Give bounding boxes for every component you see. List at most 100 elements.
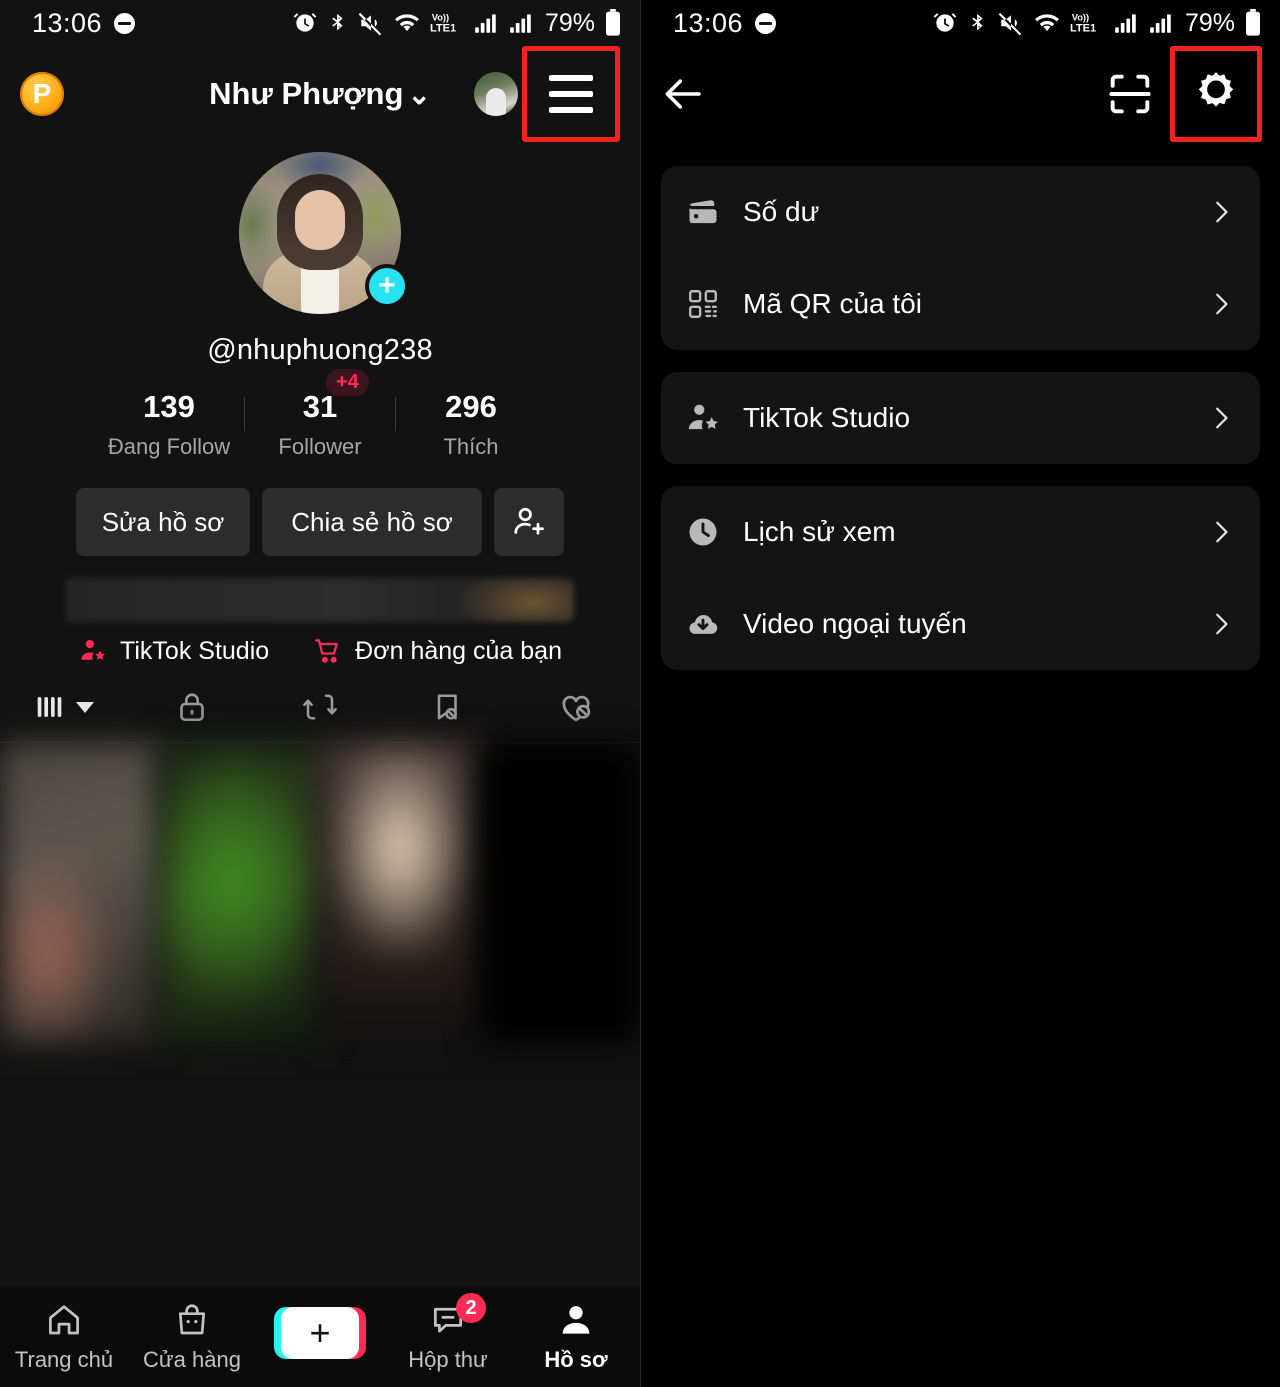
mute-vibrate-icon [998, 12, 1022, 36]
account-switch-avatar[interactable] [474, 72, 518, 116]
coin-rewards-badge[interactable]: P [20, 72, 64, 116]
creator-star-icon [81, 640, 105, 660]
dnd-icon [755, 12, 777, 34]
shopping-cart-icon [315, 639, 339, 663]
battery-percent-label: 79% [544, 8, 595, 37]
battery-icon [1246, 9, 1260, 36]
stat-value: 139 [143, 389, 195, 424]
shortcut-label: TikTok Studio [120, 636, 270, 665]
scan-qr-icon[interactable] [1104, 68, 1156, 120]
menu-item-balance[interactable]: Số dư [661, 166, 1260, 258]
tab-liked[interactable] [512, 688, 640, 726]
shop-bag-icon [178, 1304, 206, 1335]
video-thumbnail[interactable] [160, 743, 320, 1043]
add-user-icon [514, 507, 544, 535]
menu-item-label: Số dư [743, 196, 820, 227]
menu-group-studio: TikTok Studio [661, 372, 1260, 464]
chevron-right-icon [1216, 201, 1228, 223]
profile-header: + @nhuphuong238 139 Đang Follow +4 31 Fo… [0, 142, 640, 743]
profile-person-icon [562, 1306, 590, 1334]
chevron-right-icon [1216, 521, 1228, 543]
profile-actions: Sửa hồ sơ Chia sẻ hồ sơ [0, 488, 640, 556]
nav-inbox[interactable]: 2 Hộp thư [384, 1293, 512, 1373]
settings-button-highlight [1170, 46, 1262, 142]
avatar-container: + [239, 152, 409, 314]
posts-grid-icon [37, 697, 62, 717]
share-profile-button[interactable]: Chia sẻ hồ sơ [262, 488, 482, 556]
video-grid [0, 743, 640, 1043]
bookmark-off-icon [437, 694, 457, 720]
status-bar-right: 13:06 Vo)) LTE1 79% [641, 0, 1280, 46]
create-plus-icon[interactable]: + [274, 1307, 366, 1359]
tab-saved[interactable] [384, 689, 512, 725]
menu-group-wallet: Số dư Mã QR của tôi [661, 166, 1260, 350]
stat-label: Đang Follow [107, 434, 231, 459]
signal-sim1-icon [1115, 14, 1136, 33]
stat-label: Follower [278, 434, 362, 459]
edit-profile-button[interactable]: Sửa hồ sơ [76, 488, 250, 556]
add-friends-button[interactable] [494, 488, 564, 556]
add-story-plus-icon[interactable]: + [365, 264, 409, 308]
repost-icon [303, 694, 337, 720]
menu-item-my-qr[interactable]: Mã QR của tôi [661, 258, 1260, 350]
right-panel-menu: 13:06 Vo)) LTE1 79% Số dư Mã QR của tôi … [640, 0, 1280, 1387]
nav-shop[interactable]: Cửa hàng [128, 1301, 256, 1373]
status-bar-left: 13:06 Vo)) LTE1 79% [0, 0, 640, 46]
tab-repost[interactable] [256, 689, 384, 725]
bluetooth-icon [332, 13, 343, 31]
inbox-unread-badge: 2 [456, 1293, 486, 1323]
new-followers-badge: +4 [326, 369, 369, 396]
shortcut-your-orders[interactable]: Đơn hàng của bạn [313, 636, 562, 666]
tab-private[interactable] [128, 689, 256, 725]
battery-percent-label: 79% [1184, 8, 1235, 37]
left-panel-profile: 13:06 Vo)) LTE1 79% P Như Phượng ⌄ + @nh… [0, 0, 640, 1387]
stat-followers[interactable]: +4 31 Follower [245, 369, 395, 460]
nav-label: Trang chủ [14, 1347, 114, 1372]
svg-text:LTE1: LTE1 [1070, 23, 1096, 35]
stat-likes[interactable]: 296 Thích [396, 391, 546, 460]
menu-item-offline-videos[interactable]: Video ngoại tuyến [661, 578, 1260, 670]
signal-sim1-icon [475, 14, 496, 33]
volte-icon: Vo))LTE1 [430, 12, 456, 35]
battery-icon [606, 9, 620, 36]
status-time: 13:06 [32, 7, 103, 38]
wallet-icon [685, 194, 721, 230]
creator-star-icon [685, 400, 721, 436]
menu-item-label: TikTok Studio [743, 402, 911, 433]
nav-create[interactable]: + [256, 1307, 384, 1367]
nav-label: Hộp thư [408, 1347, 488, 1372]
video-thumbnail[interactable] [320, 743, 480, 1043]
chevron-down-icon: ⌄ [407, 78, 431, 110]
status-icons: Vo)) LTE1 79% [292, 9, 622, 38]
alarm-icon [933, 13, 957, 32]
bottom-navigation: Trang chủ Cửa hàng + 2 Hộp thư Hồ sơ [0, 1287, 640, 1387]
nav-home[interactable]: Trang chủ [0, 1301, 128, 1373]
nav-profile[interactable]: Hồ sơ [512, 1301, 640, 1373]
tab-posts[interactable] [0, 690, 128, 724]
signal-sim2-icon [1150, 14, 1171, 33]
shortcut-tiktok-studio[interactable]: TikTok Studio [78, 636, 269, 666]
nav-label: Cửa hàng [143, 1347, 241, 1372]
back-arrow-icon[interactable] [659, 70, 707, 118]
dual-screenshot: 13:06 Vo)) LTE1 79% P Như Phượng ⌄ + @nh… [0, 0, 1280, 1387]
profile-app-bar: P Như Phượng ⌄ [0, 46, 640, 142]
hamburger-menu-highlight [522, 46, 620, 142]
menu-item-tiktok-studio[interactable]: TikTok Studio [661, 372, 1260, 464]
gear-settings-icon[interactable] [1188, 66, 1244, 122]
mute-vibrate-icon [358, 12, 382, 36]
profile-tab-bar [0, 688, 640, 743]
signal-sim2-icon [510, 14, 531, 33]
bluetooth-icon [972, 13, 983, 31]
profile-display-name: Như Phượng [209, 76, 404, 111]
wifi-icon [1035, 14, 1059, 32]
video-thumbnail[interactable] [0, 743, 160, 1043]
profile-bio-banner [66, 578, 574, 622]
chevron-down-icon [76, 701, 94, 713]
volte-label: Vo)) [432, 12, 449, 22]
menu-app-bar [641, 46, 1280, 142]
stat-following[interactable]: 139 Đang Follow [94, 391, 244, 460]
hamburger-menu-icon[interactable] [549, 75, 593, 113]
lte-label: LTE1 [430, 23, 456, 35]
stat-value: 296 [445, 389, 497, 424]
menu-item-watch-history[interactable]: Lịch sử xem [661, 486, 1260, 578]
